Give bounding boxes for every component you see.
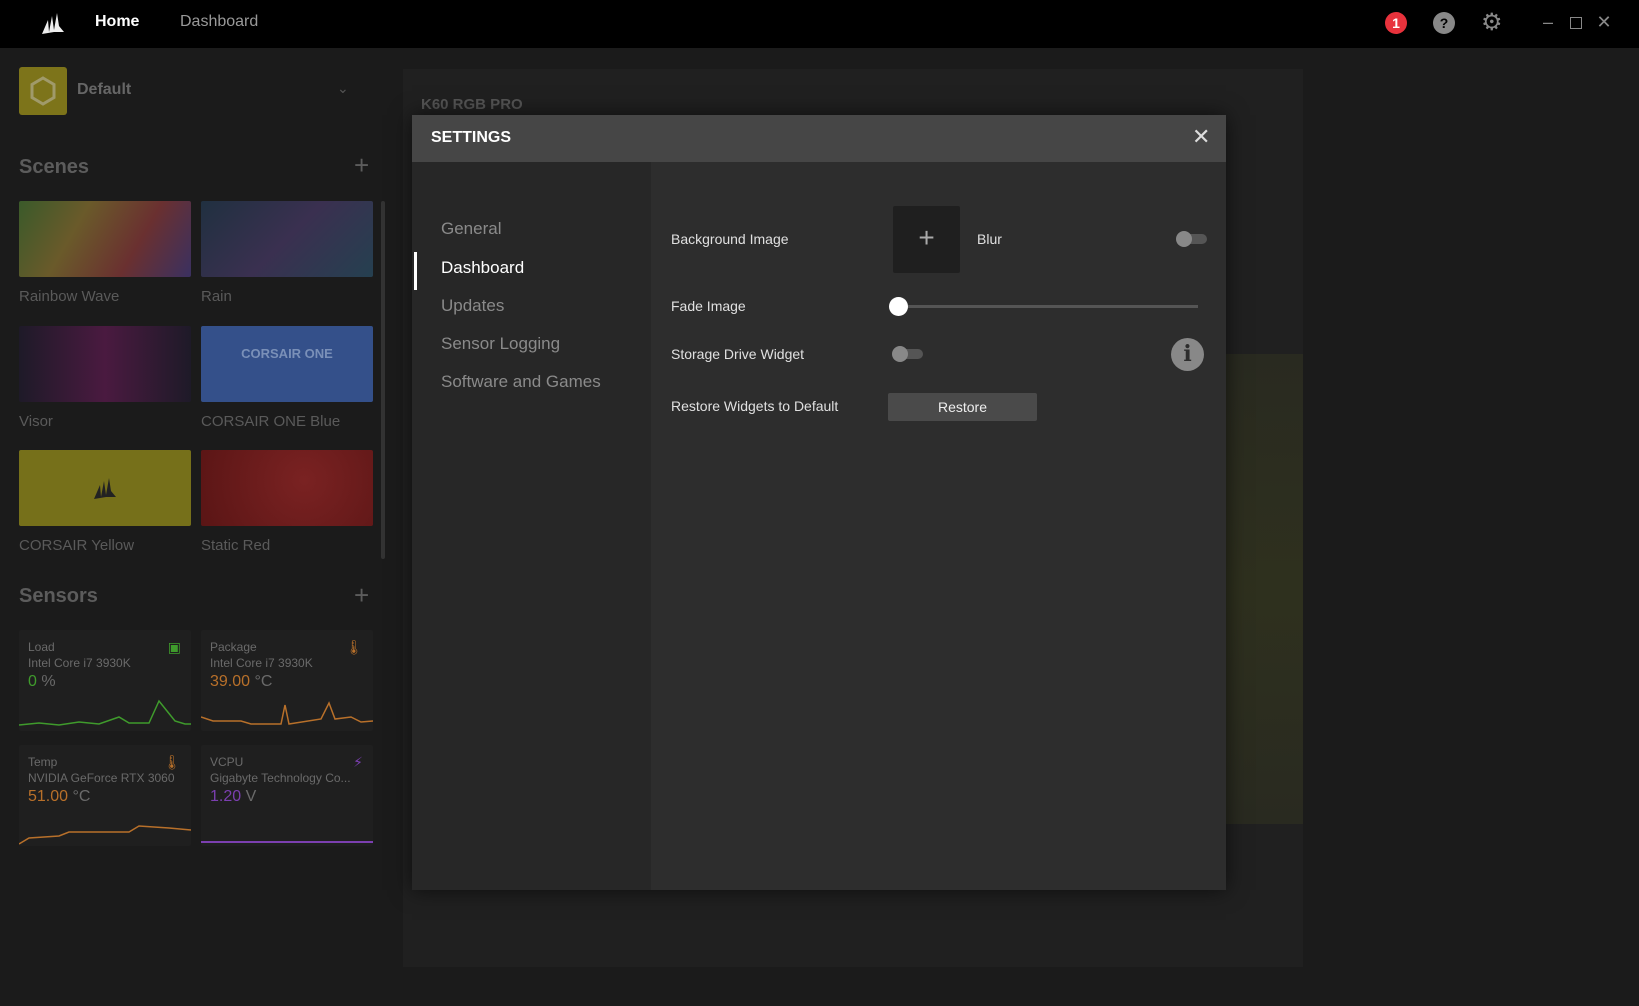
nav-software-and-games[interactable]: Software and Games bbox=[441, 372, 601, 392]
sensor-sparkline bbox=[201, 701, 373, 725]
fade-slider[interactable] bbox=[889, 305, 1198, 308]
sensor-value: 39.00 bbox=[210, 673, 251, 690]
nav-home[interactable]: Home bbox=[95, 13, 139, 31]
sensor-value: 51.00 bbox=[28, 788, 69, 805]
profile-name[interactable]: Default bbox=[77, 81, 131, 99]
device-name: K60 RGB PRO bbox=[421, 96, 523, 113]
scene-corsair-yellow[interactable] bbox=[19, 450, 191, 526]
close-icon[interactable]: ✕ bbox=[1192, 124, 1210, 150]
sensor-card-load[interactable]: Load Intel Core i7 3930K 0 % ▣ bbox=[19, 630, 191, 731]
corsair-logo[interactable] bbox=[40, 10, 66, 36]
sensor-unit: °C bbox=[254, 673, 273, 690]
minimize-icon[interactable]: – bbox=[1537, 12, 1559, 33]
settings-nav: General Dashboard Updates Sensor Logging… bbox=[412, 162, 651, 890]
chevron-down-icon[interactable]: ⌄ bbox=[337, 80, 349, 97]
dialog-header: SETTINGS ✕ bbox=[412, 115, 1226, 162]
sensor-card-package[interactable]: Package Intel Core i7 3930K 39.00 °C 🌡 bbox=[201, 630, 373, 731]
restore-button[interactable]: Restore bbox=[888, 393, 1037, 421]
sensor-unit: °C bbox=[72, 788, 91, 805]
add-sensor-icon[interactable]: + bbox=[354, 580, 369, 611]
scene-rainbow-wave[interactable] bbox=[19, 201, 191, 277]
help-icon[interactable]: ? bbox=[1433, 12, 1455, 34]
storage-drive-toggle[interactable] bbox=[892, 346, 923, 362]
sensor-sparkline bbox=[19, 699, 191, 726]
thermometer-icon: 🌡 bbox=[163, 754, 181, 770]
sensor-sparkline bbox=[201, 841, 373, 843]
scene-corsair-one-blue[interactable]: CORSAIR ONE bbox=[201, 326, 373, 402]
nav-dashboard[interactable]: Dashboard bbox=[441, 258, 524, 278]
sensor-device: Intel Core i7 3930K bbox=[210, 656, 313, 670]
thermometer-icon: 🌡 bbox=[345, 639, 363, 655]
sensor-name: Package bbox=[210, 640, 257, 654]
sensor-name: VCPU bbox=[210, 755, 244, 769]
fade-image-label: Fade Image bbox=[671, 298, 746, 314]
scene-label: Visor bbox=[19, 413, 53, 430]
scene-label: Rainbow Wave bbox=[19, 288, 120, 305]
blur-label: Blur bbox=[977, 231, 1002, 247]
scene-label: CORSAIR Yellow bbox=[19, 537, 135, 554]
sensors-title: Sensors bbox=[19, 585, 98, 607]
scene-label: CORSAIR ONE Blue bbox=[201, 413, 341, 430]
corsair-logo bbox=[94, 478, 116, 499]
blur-toggle[interactable] bbox=[1176, 231, 1207, 247]
info-icon[interactable]: i bbox=[1171, 338, 1204, 371]
fade-slider-handle[interactable] bbox=[889, 297, 908, 316]
sensor-value: 0 bbox=[28, 673, 37, 690]
sensor-sparkline bbox=[19, 825, 191, 845]
scenes-scrollbar[interactable] bbox=[381, 201, 385, 559]
nav-dashboard[interactable]: Dashboard bbox=[180, 13, 258, 31]
close-icon[interactable]: ✕ bbox=[1593, 12, 1615, 33]
notification-icon[interactable]: 1 bbox=[1385, 12, 1407, 34]
nav-updates[interactable]: Updates bbox=[441, 296, 504, 316]
nav-sensor-logging[interactable]: Sensor Logging bbox=[441, 334, 560, 354]
add-scene-icon[interactable]: + bbox=[354, 150, 369, 181]
sensor-device: NVIDIA GeForce RTX 3060 bbox=[28, 771, 175, 785]
sensor-card-vcpu[interactable]: VCPU Gigabyte Technology Co... 1.20 V ⚡ bbox=[201, 745, 373, 846]
gear-icon[interactable]: ⚙ bbox=[1481, 8, 1503, 37]
sensor-card-temp[interactable]: Temp NVIDIA GeForce RTX 3060 51.00 °C 🌡 bbox=[19, 745, 191, 846]
scene-label: Rain bbox=[201, 288, 232, 305]
scene-visor[interactable] bbox=[19, 326, 191, 402]
sensor-unit: V bbox=[245, 788, 257, 805]
scene-label: Static Red bbox=[201, 537, 271, 554]
sensor-name: Load bbox=[28, 640, 55, 654]
dialog-title: SETTINGS bbox=[431, 129, 512, 146]
scenes-title: Scenes bbox=[19, 156, 90, 178]
corsair-one-logo: CORSAIR ONE bbox=[241, 346, 333, 361]
keyboard-image bbox=[1223, 354, 1303, 824]
background-image-label: Background Image bbox=[671, 231, 789, 247]
add-image-button[interactable]: + bbox=[893, 206, 960, 273]
cpu-icon: ▣ bbox=[167, 639, 181, 655]
profile-icon[interactable] bbox=[19, 67, 67, 115]
settings-dialog: SETTINGS ✕ General Dashboard Updates Sen… bbox=[412, 115, 1226, 890]
lightning-icon: ⚡ bbox=[353, 754, 363, 770]
storage-drive-label: Storage Drive Widget bbox=[671, 346, 805, 362]
active-indicator bbox=[414, 252, 417, 290]
sensor-device: Intel Core i7 3930K bbox=[28, 656, 131, 670]
sensor-value: 1.20 bbox=[210, 788, 242, 805]
maximize-icon[interactable] bbox=[1570, 17, 1582, 29]
sensor-device: Gigabyte Technology Co... bbox=[210, 771, 351, 785]
scene-static-red[interactable] bbox=[201, 450, 373, 526]
nav-general[interactable]: General bbox=[441, 219, 501, 239]
title-bar: Home Dashboard 1 ? ⚙ – ✕ bbox=[0, 0, 1639, 48]
scene-rain[interactable] bbox=[201, 201, 373, 277]
restore-widgets-label: Restore Widgets to Default bbox=[671, 398, 839, 414]
sensor-unit: % bbox=[41, 673, 56, 690]
sensor-name: Temp bbox=[28, 755, 58, 769]
